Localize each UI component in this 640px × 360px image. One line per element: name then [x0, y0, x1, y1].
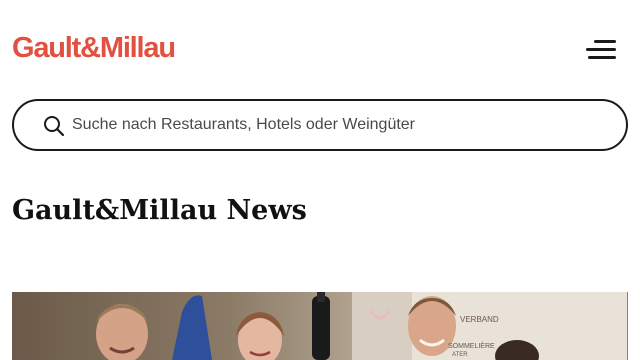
hero-photo: VERBAND SOMMELIÈRE ATER	[12, 292, 628, 360]
news-hero-image[interactable]: VERBAND SOMMELIÈRE ATER	[12, 292, 628, 360]
page-title: Gault&Millau News	[12, 195, 307, 226]
hamburger-menu-icon[interactable]	[584, 36, 616, 64]
search-icon[interactable]	[42, 114, 66, 138]
menu-line	[588, 56, 616, 59]
search-input[interactable]	[72, 108, 602, 142]
banner-text: VERBAND	[460, 315, 499, 324]
menu-line	[594, 40, 616, 43]
menu-line	[586, 48, 616, 51]
banner-text: ATER	[452, 352, 468, 358]
banner-text: SOMMELIÈRE	[448, 341, 495, 350]
search-bar[interactable]	[12, 99, 628, 151]
site-logo[interactable]: Gault&Millau	[12, 32, 176, 65]
site-header: Gault&Millau	[12, 26, 628, 74]
page: Gault&Millau Gault&Millau News	[0, 0, 640, 360]
